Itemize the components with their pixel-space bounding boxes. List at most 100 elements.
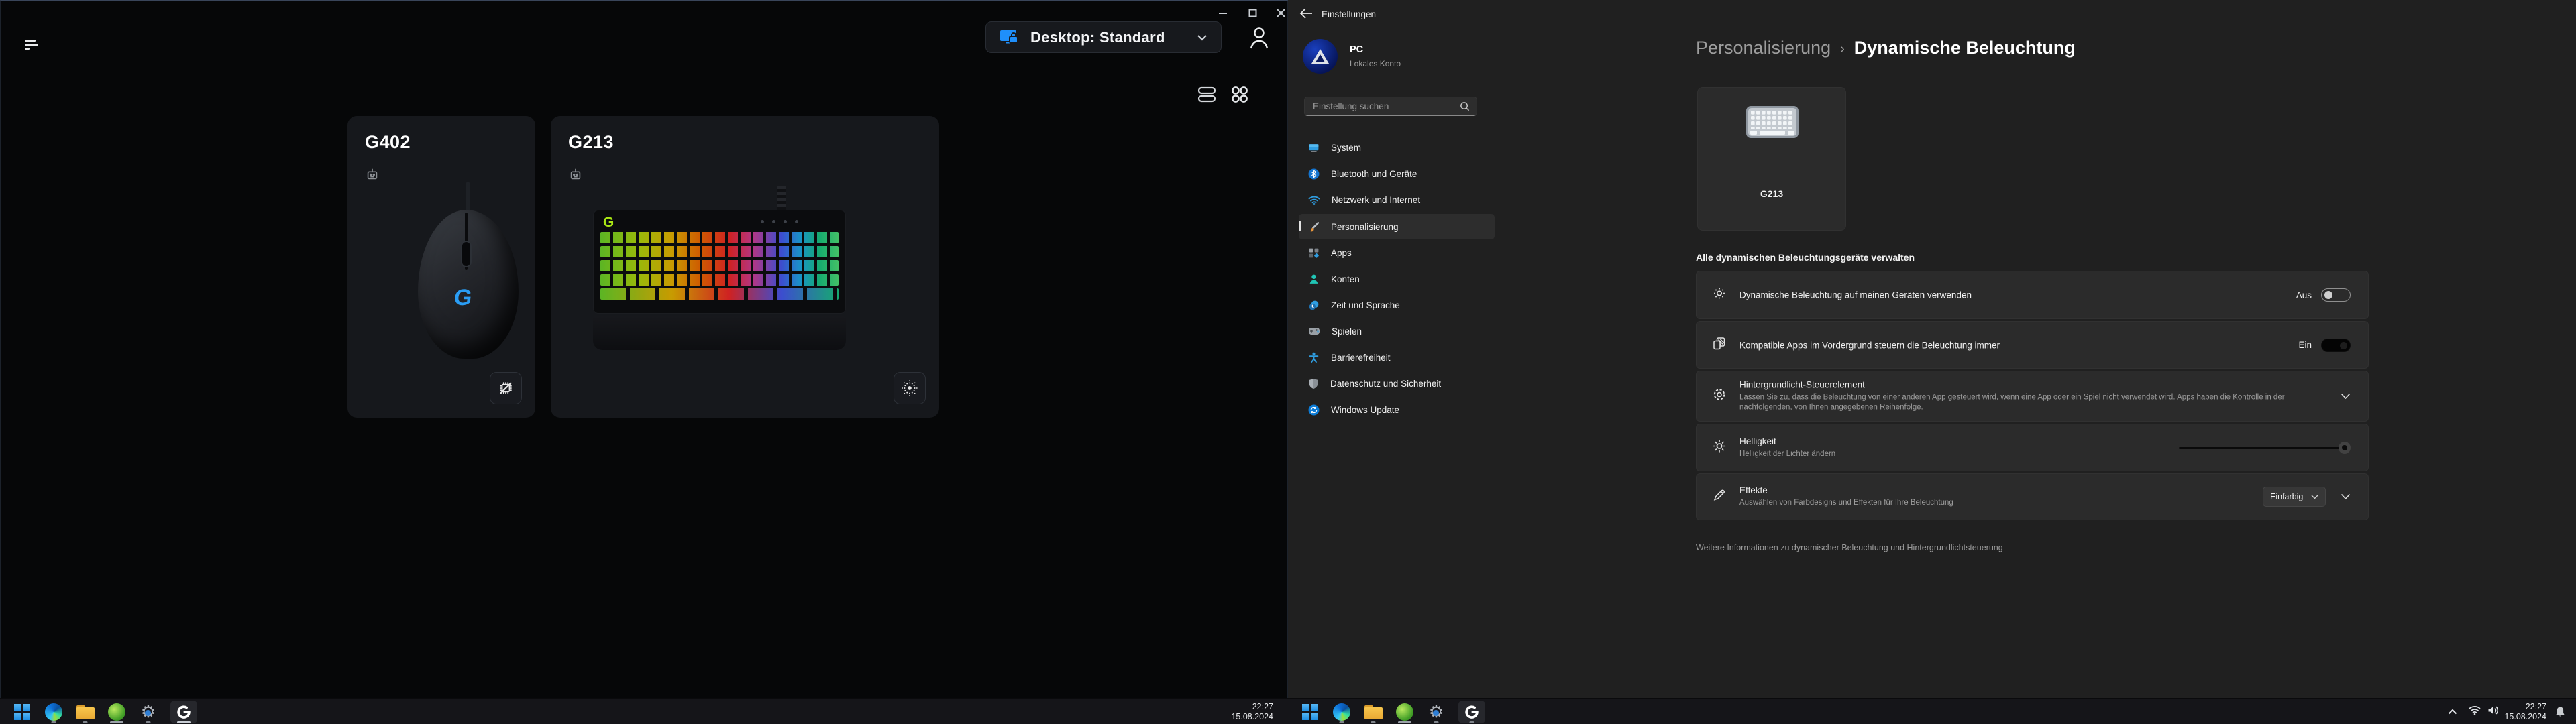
more-info-link[interactable]: Weitere Informationen zu dynamischer Bel… [1696, 543, 2003, 552]
effects-dropdown[interactable]: Einfarbig [2263, 487, 2326, 507]
taskbar-clock[interactable]: 22:27 15.08.2024 [1231, 702, 1273, 722]
setting-description: Lassen Sie zu, dass die Beleuchtung von … [1739, 393, 2286, 413]
keyboard-cable [777, 186, 786, 211]
sidebar-item-barrierefreiheit[interactable]: Barrierefreiheit [1299, 345, 1495, 369]
maximize-button[interactable] [1238, 9, 1267, 21]
sidebar-item-network[interactable]: Netzwerk und Internet [1299, 188, 1495, 212]
clock-time: 22:27 [1231, 702, 1273, 712]
search-input[interactable] [1311, 101, 1460, 112]
clock-time: 22:27 [2504, 702, 2546, 712]
lighting-device-card[interactable]: G213 [1697, 87, 1846, 231]
compatible-apps-toggle[interactable] [2321, 339, 2351, 352]
onboard-lighting-off-badge[interactable] [490, 372, 522, 404]
dynamic-lighting-icon [1711, 286, 1727, 305]
setting-row-compatible-apps: Kompatible Apps im Vordergrund steuern d… [1696, 321, 2369, 369]
sidebar-item-personalisierung[interactable]: Personalisierung [1299, 214, 1495, 239]
desktop-lock-icon [1000, 29, 1020, 46]
device-title: G402 [365, 132, 411, 153]
dual-monitor-screen: Desktop: Standard G402 [0, 0, 2576, 724]
effects-dropdown-value: Einfarbig [2270, 492, 2303, 501]
ghub-window-controls [1208, 8, 1294, 21]
minimize-button[interactable] [1208, 8, 1238, 21]
lightsync-badge[interactable] [894, 372, 926, 404]
monitor-right: Einstellungen PC Lokales Konto System Bl… [1288, 0, 2576, 724]
ghub-taskbar-icon[interactable] [170, 701, 198, 723]
accessibility-icon [1308, 352, 1320, 363]
sidebar-item-konten[interactable]: Konten [1299, 267, 1495, 291]
edge-icon[interactable] [1332, 701, 1352, 723]
settings-gear-icon[interactable]: ⚙ [1426, 701, 1446, 723]
clock-language-icon [1308, 300, 1320, 311]
pen-icon [1711, 487, 1727, 507]
grid-view-icon[interactable] [1230, 84, 1250, 108]
sidebar-item-zeit-sprache[interactable]: Zeit und Sprache [1299, 293, 1495, 317]
start-button[interactable] [12, 701, 32, 723]
paintbrush-icon [1308, 221, 1320, 233]
ghub-window: Desktop: Standard G402 [0, 0, 1288, 698]
taskbar-right: ⚙ 22:27 15.08.2024 [1288, 698, 2576, 724]
sidebar-item-spielen[interactable]: Spielen [1299, 319, 1495, 343]
sidebar-item-apps[interactable]: Apps [1299, 241, 1495, 265]
device-card-name: G213 [1698, 188, 1845, 199]
update-icon [1308, 404, 1320, 416]
account-avatar[interactable] [1303, 39, 1338, 74]
setting-label: Dynamische Beleuchtung auf meinen Geräte… [1739, 290, 1972, 300]
settings-gear-icon[interactable]: ⚙ [138, 701, 158, 723]
search-icon [1460, 101, 1470, 111]
keyboard-wrist-rest [593, 316, 846, 350]
setting-row-brightness: Helligkeit Helligkeit der Lichter ändern [1696, 424, 2369, 471]
slider-thumb[interactable] [2339, 442, 2351, 454]
notification-bell-icon[interactable] [2555, 706, 2565, 721]
breadcrumb-separator: › [1840, 40, 1845, 57]
settings-search[interactable] [1304, 97, 1477, 116]
setting-description: Auswählen von Farbdesigns und Effekten f… [1739, 498, 1953, 508]
profile-selector[interactable]: Desktop: Standard [985, 21, 1222, 53]
clock-date: 15.08.2024 [1231, 712, 1273, 722]
section-header: Alle dynamischen Beleuchtungsgeräte verw… [1696, 252, 1915, 263]
green-app-icon[interactable] [1395, 701, 1415, 723]
user-account-icon[interactable] [1248, 25, 1270, 54]
dropdown-chevron-icon [2311, 495, 2318, 499]
device-card-g213[interactable]: G213 G [551, 116, 939, 418]
ghub-taskbar-icon[interactable] [1458, 701, 1486, 723]
setting-description: Helligkeit der Lichter ändern [1739, 449, 1835, 459]
apps-icon [1308, 247, 1320, 259]
file-explorer-icon[interactable] [75, 701, 95, 723]
bluetooth-icon [1308, 168, 1320, 180]
expander-chevron-icon[interactable] [2341, 493, 2351, 500]
list-view-icon[interactable] [1197, 86, 1216, 107]
green-app-icon[interactable] [107, 701, 127, 723]
setting-label: Effekte [1739, 485, 1953, 495]
setting-label: Helligkeit [1739, 436, 1835, 446]
device-icon [568, 167, 583, 185]
breadcrumb-parent[interactable]: Personalisierung [1696, 38, 1831, 58]
keyboard-glyph-icon [1746, 105, 1799, 139]
brightness-slider[interactable] [2179, 442, 2351, 454]
g213-keyboard-image: G [593, 210, 846, 314]
tray-chevron-up-icon[interactable] [2448, 706, 2457, 718]
menu-icon[interactable] [25, 40, 40, 50]
device-card-g402[interactable]: G402 G [347, 116, 535, 418]
setting-label: Kompatible Apps im Vordergrund steuern d… [1739, 340, 2000, 350]
device-title: G213 [568, 132, 614, 153]
tray-wifi-icon[interactable] [2469, 705, 2481, 719]
setting-row-background-light[interactable]: Hintergrundlicht-Steuerelement Lassen Si… [1696, 371, 2369, 422]
g402-mouse-image: G [411, 183, 525, 361]
sidebar-item-bluetooth[interactable]: Bluetooth und Geräte [1299, 162, 1495, 186]
toggle-state-label: Ein [2298, 340, 2312, 350]
file-explorer-icon[interactable] [1363, 701, 1383, 723]
sidebar-item-windows-update[interactable]: Windows Update [1299, 398, 1495, 422]
sidebar-item-system[interactable]: System [1299, 135, 1495, 160]
tray-volume-icon[interactable] [2487, 705, 2500, 719]
start-button[interactable] [1300, 701, 1320, 723]
gamepad-icon [1308, 327, 1320, 336]
expander-chevron-icon[interactable] [2341, 393, 2351, 400]
dynamic-lighting-toggle[interactable] [2321, 288, 2351, 302]
settings-window: Einstellungen PC Lokales Konto System Bl… [1288, 0, 2576, 698]
edge-icon[interactable] [44, 701, 64, 723]
page-title: Dynamische Beleuchtung [1854, 38, 2076, 58]
sidebar-item-datenschutz[interactable]: Datenschutz und Sicherheit [1299, 371, 1495, 396]
account-name: PC [1350, 44, 1363, 55]
taskbar-clock[interactable]: 22:27 15.08.2024 [2504, 702, 2546, 722]
back-button[interactable] [1299, 7, 1313, 23]
